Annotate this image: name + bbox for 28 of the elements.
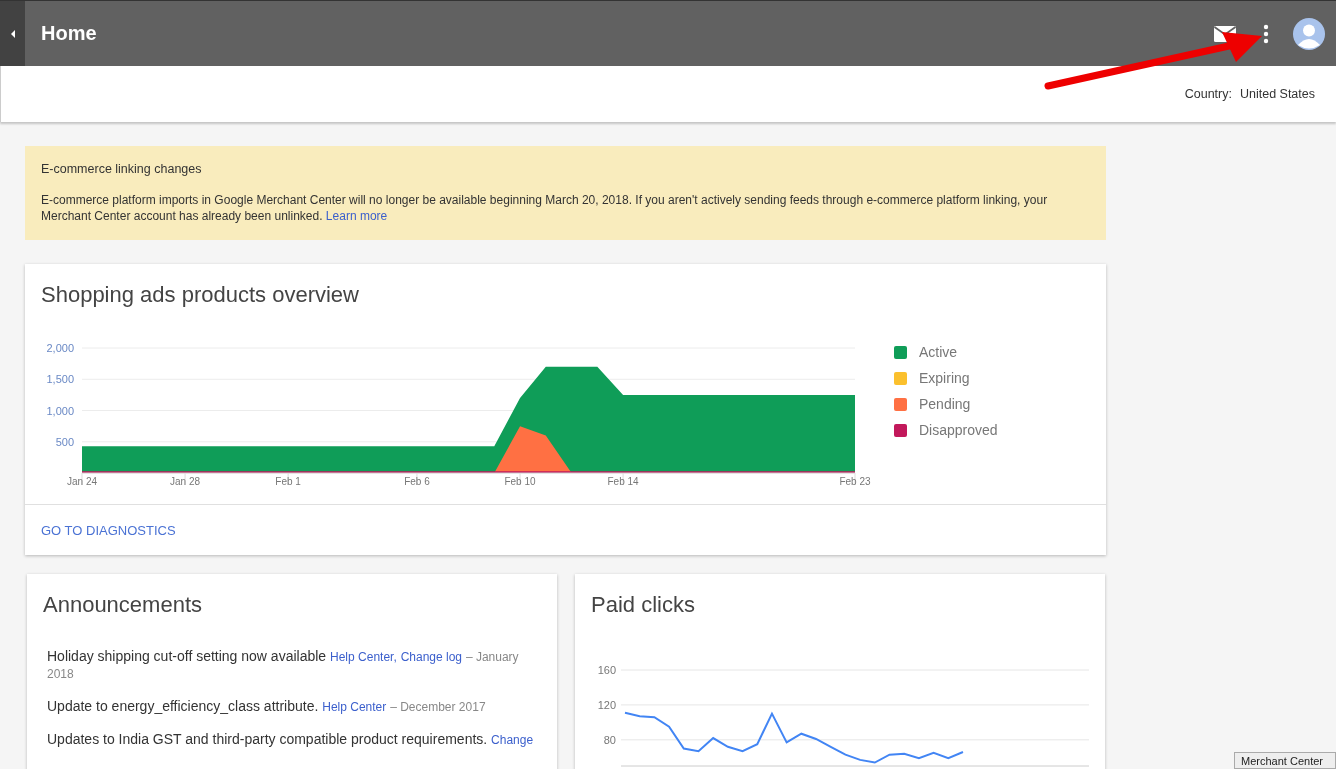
axis-label: Feb 14 xyxy=(607,476,639,487)
card-title: Shopping ads products overview xyxy=(40,281,360,308)
axis-label: 500 xyxy=(55,435,74,448)
country-label: Country: xyxy=(1184,87,1232,101)
axis-label: 160 xyxy=(597,664,616,676)
axis-label: Feb 1 xyxy=(275,476,301,487)
announcement-item: Update to energy_efficiency_class attribute. Help Center – December 2017 xyxy=(47,698,487,715)
legend-label: Expiring xyxy=(919,370,970,386)
legend-label: Pending xyxy=(919,396,971,412)
axis-label: 80 xyxy=(603,733,616,746)
banner-title: E-commerce linking changes xyxy=(41,162,203,176)
axis-label: Feb 23 xyxy=(839,476,871,487)
announcement-item: Holiday shipping cut-off setting now available Help Center, Change log – January 2018 xyxy=(47,648,520,682)
axis-label: 1,000 xyxy=(46,404,74,417)
axis-label: 2,000 xyxy=(46,342,74,354)
axis-label: Jan 28 xyxy=(170,476,201,487)
page-title: Home xyxy=(41,22,97,45)
banner-message: E-commerce platform imports in Google Merchant Center will no longer be available beginning March 20, 2018. If you aren't actively sending feeds through e-commerce platform linking, your Merchant Center account has already been unlinked. Learn more xyxy=(41,192,1049,224)
legend-label: Disapproved xyxy=(919,422,998,438)
legend-label: Active xyxy=(919,344,958,360)
axis-label: Feb 10 xyxy=(504,476,536,487)
card-title: Paid clicks xyxy=(590,591,696,618)
axis-label: Jan 24 xyxy=(67,476,97,487)
card-title: Announcements xyxy=(42,591,203,618)
axis-label: Feb 6 xyxy=(404,476,430,487)
announcement-item: Updates to India GST and third-party compatible product requirements. Change xyxy=(47,731,535,748)
axis-label: 120 xyxy=(597,698,616,711)
axis-label: 1,500 xyxy=(46,373,74,386)
